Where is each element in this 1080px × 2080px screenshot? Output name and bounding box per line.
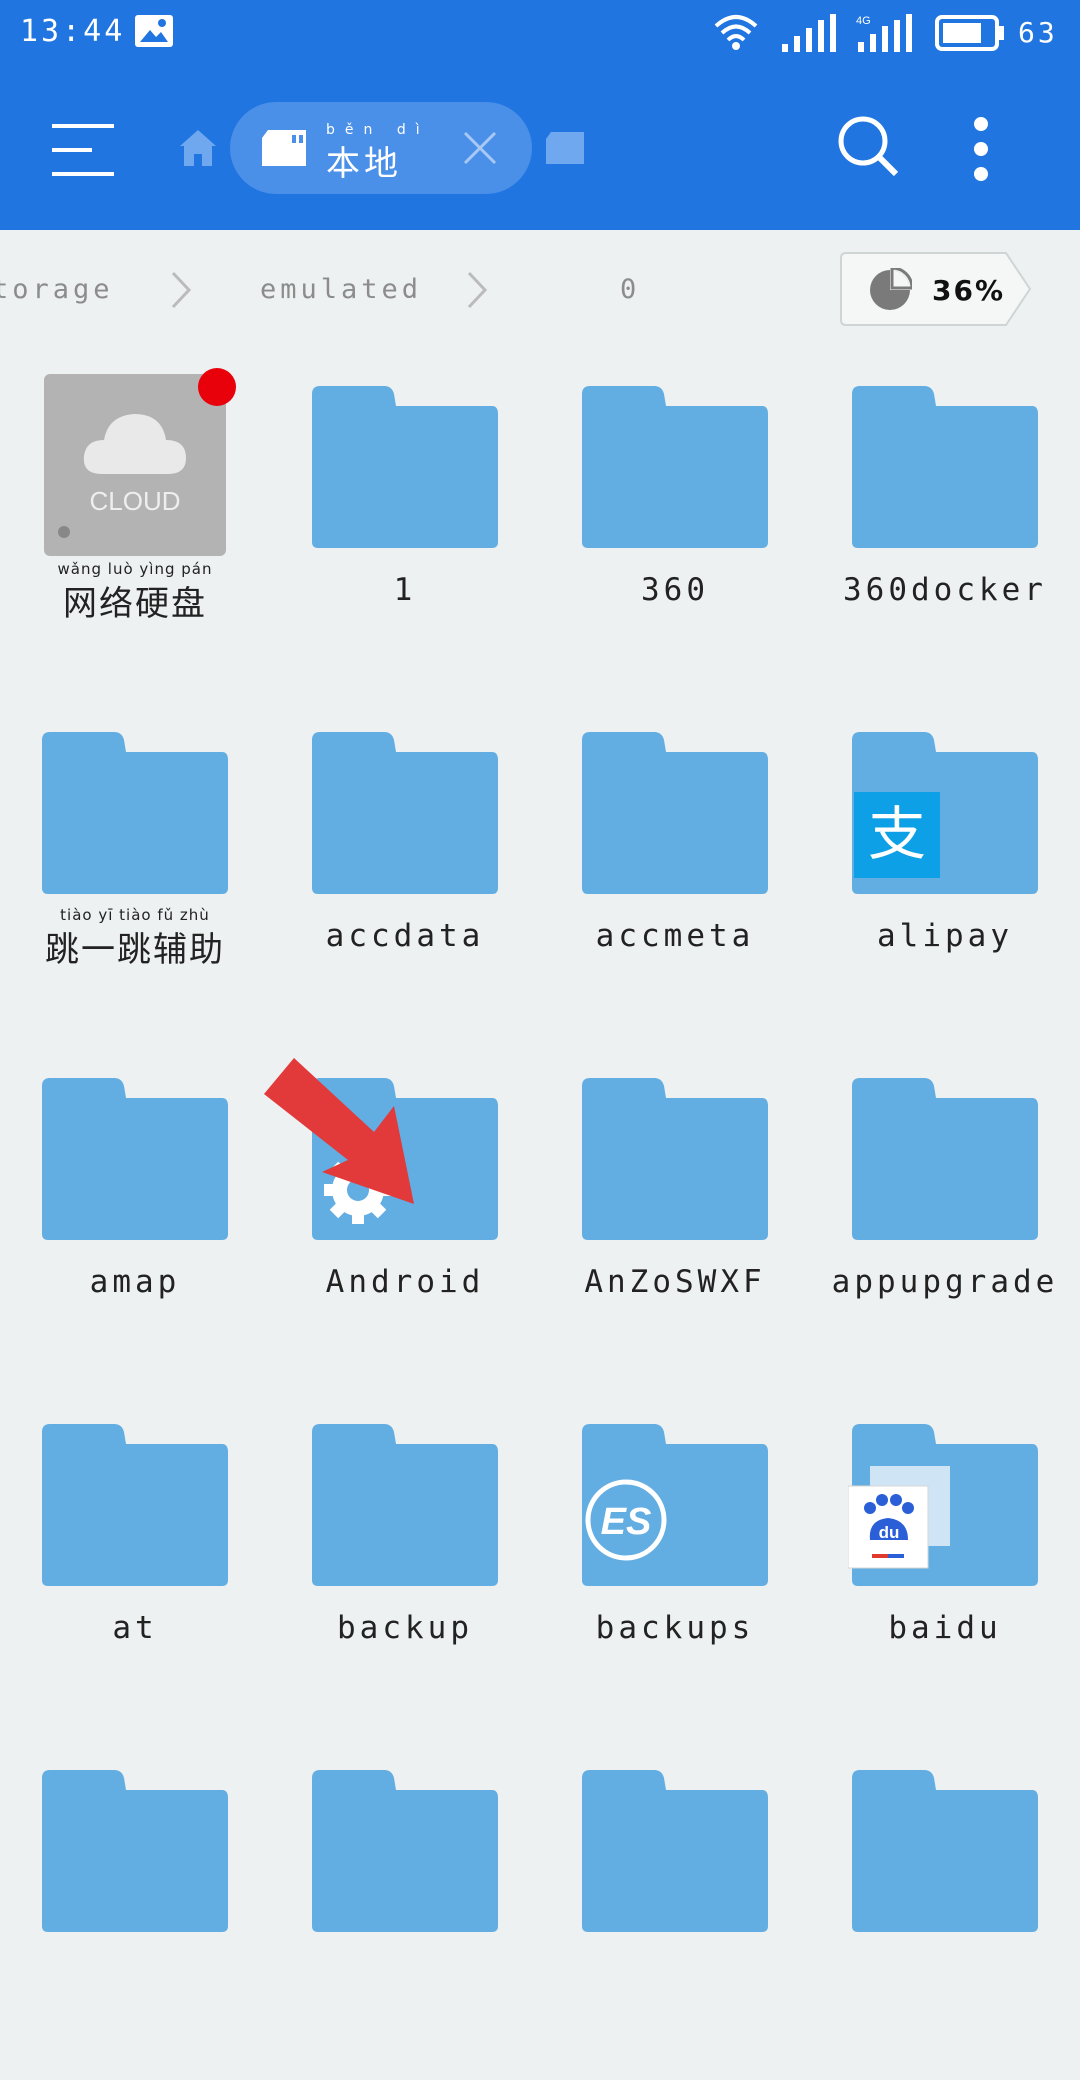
battery-percent: 63 (1018, 16, 1058, 49)
file-name: 跳一跳辅助 (45, 930, 225, 970)
file-item-folder[interactable]: 1 (270, 350, 540, 696)
folder-icon (38, 726, 230, 896)
chevron-right-icon (467, 271, 488, 309)
breadcrumb-item[interactable]: 0 (620, 274, 640, 305)
notification-dot (198, 368, 236, 406)
file-item-folder[interactable]: du baidu (810, 1388, 1080, 1734)
wifi-icon (714, 15, 758, 50)
file-item-folder[interactable]: 360docker (810, 350, 1080, 696)
file-name: baidu (888, 1610, 1002, 1646)
file-item-folder[interactable]: tiào yī tiào fǔ zhù 跳一跳辅助 (0, 696, 270, 1042)
sd-card-icon (262, 130, 306, 166)
folder-icon (308, 380, 500, 550)
folder-icon (848, 1072, 1040, 1242)
folder-icon (578, 726, 770, 896)
folder-icon (38, 1072, 230, 1242)
chevron-right-icon (171, 271, 192, 309)
file-grid: CLOUD wǎng luò yìng pán 网络硬盘 1 360 360do… (0, 350, 1080, 1932)
signal-icon (782, 14, 836, 52)
baidu-icon: du (848, 1466, 950, 1569)
folder-icon (38, 1764, 230, 1934)
folder-icon (848, 1764, 1040, 1934)
file-item-cloud[interactable]: CLOUD wǎng luò yìng pán 网络硬盘 (0, 350, 270, 696)
folder-icon (578, 1764, 770, 1934)
file-item-folder[interactable]: 支 alipay (810, 696, 1080, 1042)
location-tab-local[interactable]: běn dì 本地 (230, 102, 532, 194)
file-item-folder[interactable]: AnZoSWXF (540, 1042, 810, 1388)
es-icon: ES (585, 1479, 667, 1561)
file-item-folder[interactable]: ES backups (540, 1388, 810, 1734)
lte-signal-icon: 4G (856, 14, 912, 52)
close-icon[interactable] (462, 130, 498, 166)
battery-icon (935, 15, 1004, 51)
image-notification-icon (135, 15, 173, 47)
more-options-icon[interactable] (972, 116, 990, 182)
file-name: appupgrade (831, 1264, 1059, 1300)
file-name: 网络硬盘 (63, 584, 207, 624)
file-item-folder[interactable] (810, 1734, 1080, 2080)
breadcrumb-item[interactable]: emulated (260, 274, 422, 305)
storage-usage-button[interactable]: 36% (840, 252, 1032, 326)
file-item-folder[interactable] (0, 1734, 270, 2080)
search-icon[interactable] (836, 114, 900, 178)
file-item-folder[interactable]: amap (0, 1042, 270, 1388)
file-name: accmeta (595, 918, 755, 954)
file-name: 360 (641, 572, 709, 608)
cloud-drive-icon: CLOUD (44, 368, 236, 556)
breadcrumb: torage emulated 0 36% (0, 230, 1080, 350)
indicator-dot (58, 526, 70, 538)
folder-icon (308, 1418, 500, 1588)
file-item-folder[interactable]: 360 (540, 350, 810, 696)
folder-icon (308, 726, 500, 896)
file-item-folder[interactable]: backup (270, 1388, 540, 1734)
cloud-icon (83, 414, 186, 474)
storage-percent: 36% (932, 274, 1006, 307)
file-name: AnZoSWXF (584, 1264, 766, 1300)
network-label: 4G (856, 15, 871, 27)
status-time: 13:44 (20, 14, 126, 49)
folder-icon (308, 1764, 500, 1934)
red-arrow-annotation (264, 1058, 414, 1204)
file-name: backup (337, 1610, 473, 1646)
file-item-folder[interactable]: accmeta (540, 696, 810, 1042)
file-name: amap (89, 1264, 181, 1300)
folder-icon (578, 1072, 770, 1242)
folder-icon (848, 380, 1040, 550)
es-glyph: ES (601, 1501, 652, 1543)
file-item-folder[interactable] (540, 1734, 810, 2080)
file-item-folder[interactable] (270, 1734, 540, 2080)
menu-icon[interactable] (52, 122, 114, 178)
file-item-folder[interactable]: at (0, 1388, 270, 1734)
location-tab-label: 本地 (326, 144, 402, 184)
breadcrumb-item[interactable]: torage (0, 274, 114, 305)
file-item-folder[interactable]: appupgrade (810, 1042, 1080, 1388)
folder-icon (578, 380, 770, 550)
file-item-folder[interactable]: accdata (270, 696, 540, 1042)
file-name: 1 (393, 572, 417, 608)
file-name: accdata (325, 918, 485, 954)
sd-card-tab-icon[interactable] (546, 132, 584, 164)
status-bar: 13:44 4G 63 (0, 0, 1080, 70)
file-name: Android (325, 1264, 485, 1300)
file-name: at (112, 1610, 158, 1646)
baidu-glyph: du (879, 1523, 900, 1542)
cloud-label: CLOUD (89, 486, 181, 516)
home-icon[interactable] (178, 128, 218, 168)
file-name: backups (595, 1610, 755, 1646)
file-name: alipay (877, 918, 1013, 954)
file-name: 360docker (843, 572, 1047, 608)
folder-icon (38, 1418, 230, 1588)
toolbar: běn dì 本地 (0, 70, 1080, 230)
alipay-glyph: 支 (868, 800, 926, 868)
pie-chart-icon (870, 268, 912, 310)
alipay-icon: 支 (854, 792, 940, 878)
